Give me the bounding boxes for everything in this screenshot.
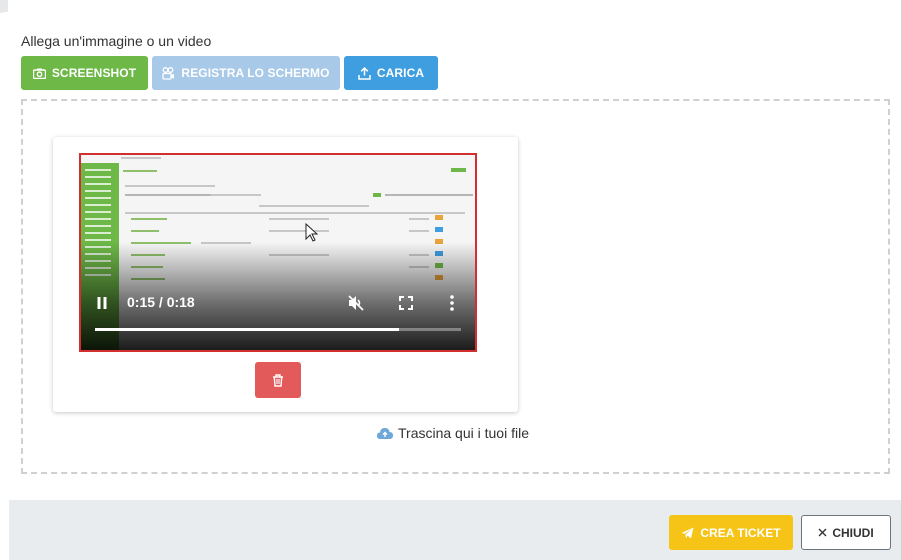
more-options-icon[interactable] <box>449 294 455 312</box>
close-label: CHIUDI <box>832 525 874 540</box>
video-progress-fill <box>95 328 399 331</box>
mute-icon[interactable] <box>347 294 365 312</box>
create-ticket-label: CREA TICKET <box>700 525 781 540</box>
close-icon <box>818 528 827 537</box>
dropzone-hint: Trascina qui i tuoi file <box>376 425 529 441</box>
video-time: 0:15 / 0:18 <box>127 294 195 310</box>
close-button[interactable]: CHIUDI <box>801 515 891 550</box>
attach-label: Allega un'immagine o un video <box>21 33 212 49</box>
screenshot-button[interactable]: SCREENSHOT <box>21 56 148 90</box>
video-recording-frame <box>79 153 477 352</box>
dropzone-text: Trascina qui i tuoi file <box>398 425 529 441</box>
fullscreen-icon[interactable] <box>398 295 414 311</box>
record-screen-button[interactable]: REGISTRA LO SCHERMO <box>152 56 340 90</box>
upload-button[interactable]: CARICA <box>344 56 438 90</box>
create-ticket-button[interactable]: CREA TICKET <box>669 515 793 550</box>
screenshot-button-label: SCREENSHOT <box>51 66 137 80</box>
upload-icon <box>358 66 371 80</box>
record-screen-icon <box>162 66 175 80</box>
pause-icon[interactable] <box>96 296 108 310</box>
cloud-upload-icon <box>376 428 394 439</box>
record-screen-button-label: REGISTRA LO SCHERMO <box>181 66 330 80</box>
delete-button[interactable] <box>255 362 301 398</box>
trash-icon <box>273 373 283 387</box>
video-player[interactable]: 0:15 / 0:18 <box>79 153 477 352</box>
camera-icon <box>32 68 46 79</box>
paper-plane-icon <box>681 527 694 538</box>
upload-button-label: CARICA <box>376 66 425 80</box>
